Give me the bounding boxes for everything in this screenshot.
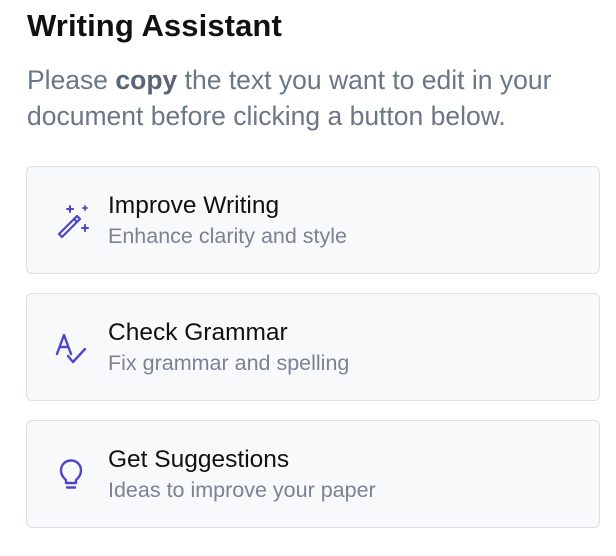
- instructions-emphasis: copy: [115, 65, 178, 95]
- writing-assistant-panel: Writing Assistant Please copy the text y…: [0, 0, 616, 556]
- improve-writing-subtitle: Enhance clarity and style: [108, 224, 348, 248]
- check-grammar-subtitle: Fix grammar and spelling: [108, 351, 350, 375]
- improve-writing-title: Improve Writing: [108, 192, 280, 219]
- check-grammar-title: Check Grammar: [108, 319, 288, 346]
- lightbulb-icon: [53, 456, 91, 494]
- spell-check-icon: [53, 329, 91, 367]
- magic-wand-icon: [53, 202, 91, 240]
- improve-writing-button[interactable]: Improve Writing Enhance clarity and styl…: [26, 166, 600, 274]
- check-grammar-button[interactable]: Check Grammar Fix grammar and spelling: [26, 293, 600, 401]
- instructions-prefix: Please: [27, 65, 116, 95]
- instructions-text: Please copy the text you want to edit in…: [27, 62, 597, 134]
- get-suggestions-title: Get Suggestions: [108, 446, 290, 473]
- get-suggestions-subtitle: Ideas to improve your paper: [108, 478, 376, 502]
- panel-title: Writing Assistant: [27, 8, 282, 43]
- get-suggestions-button[interactable]: Get Suggestions Ideas to improve your pa…: [26, 420, 600, 528]
